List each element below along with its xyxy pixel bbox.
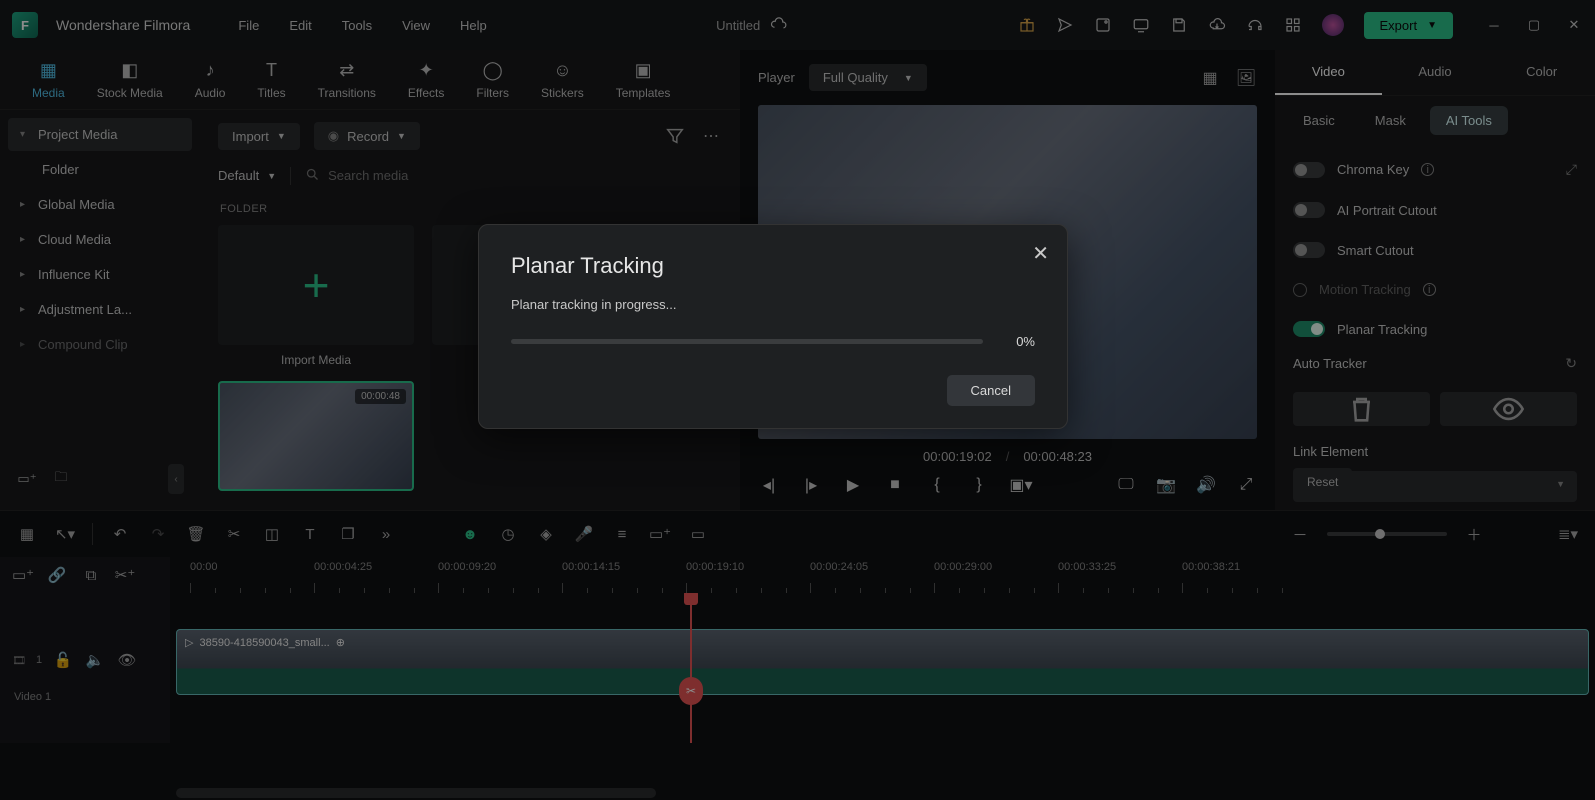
dialog-title: Planar Tracking <box>511 253 1035 279</box>
dialog-message: Planar tracking in progress... <box>511 297 1035 312</box>
cancel-button[interactable]: Cancel <box>947 375 1035 406</box>
progress-bar <box>511 339 983 344</box>
progress-percent: 0% <box>1001 334 1035 349</box>
planar-tracking-dialog: ✕ Planar Tracking Planar tracking in pro… <box>478 224 1068 429</box>
dialog-close-icon[interactable]: ✕ <box>1032 241 1049 266</box>
